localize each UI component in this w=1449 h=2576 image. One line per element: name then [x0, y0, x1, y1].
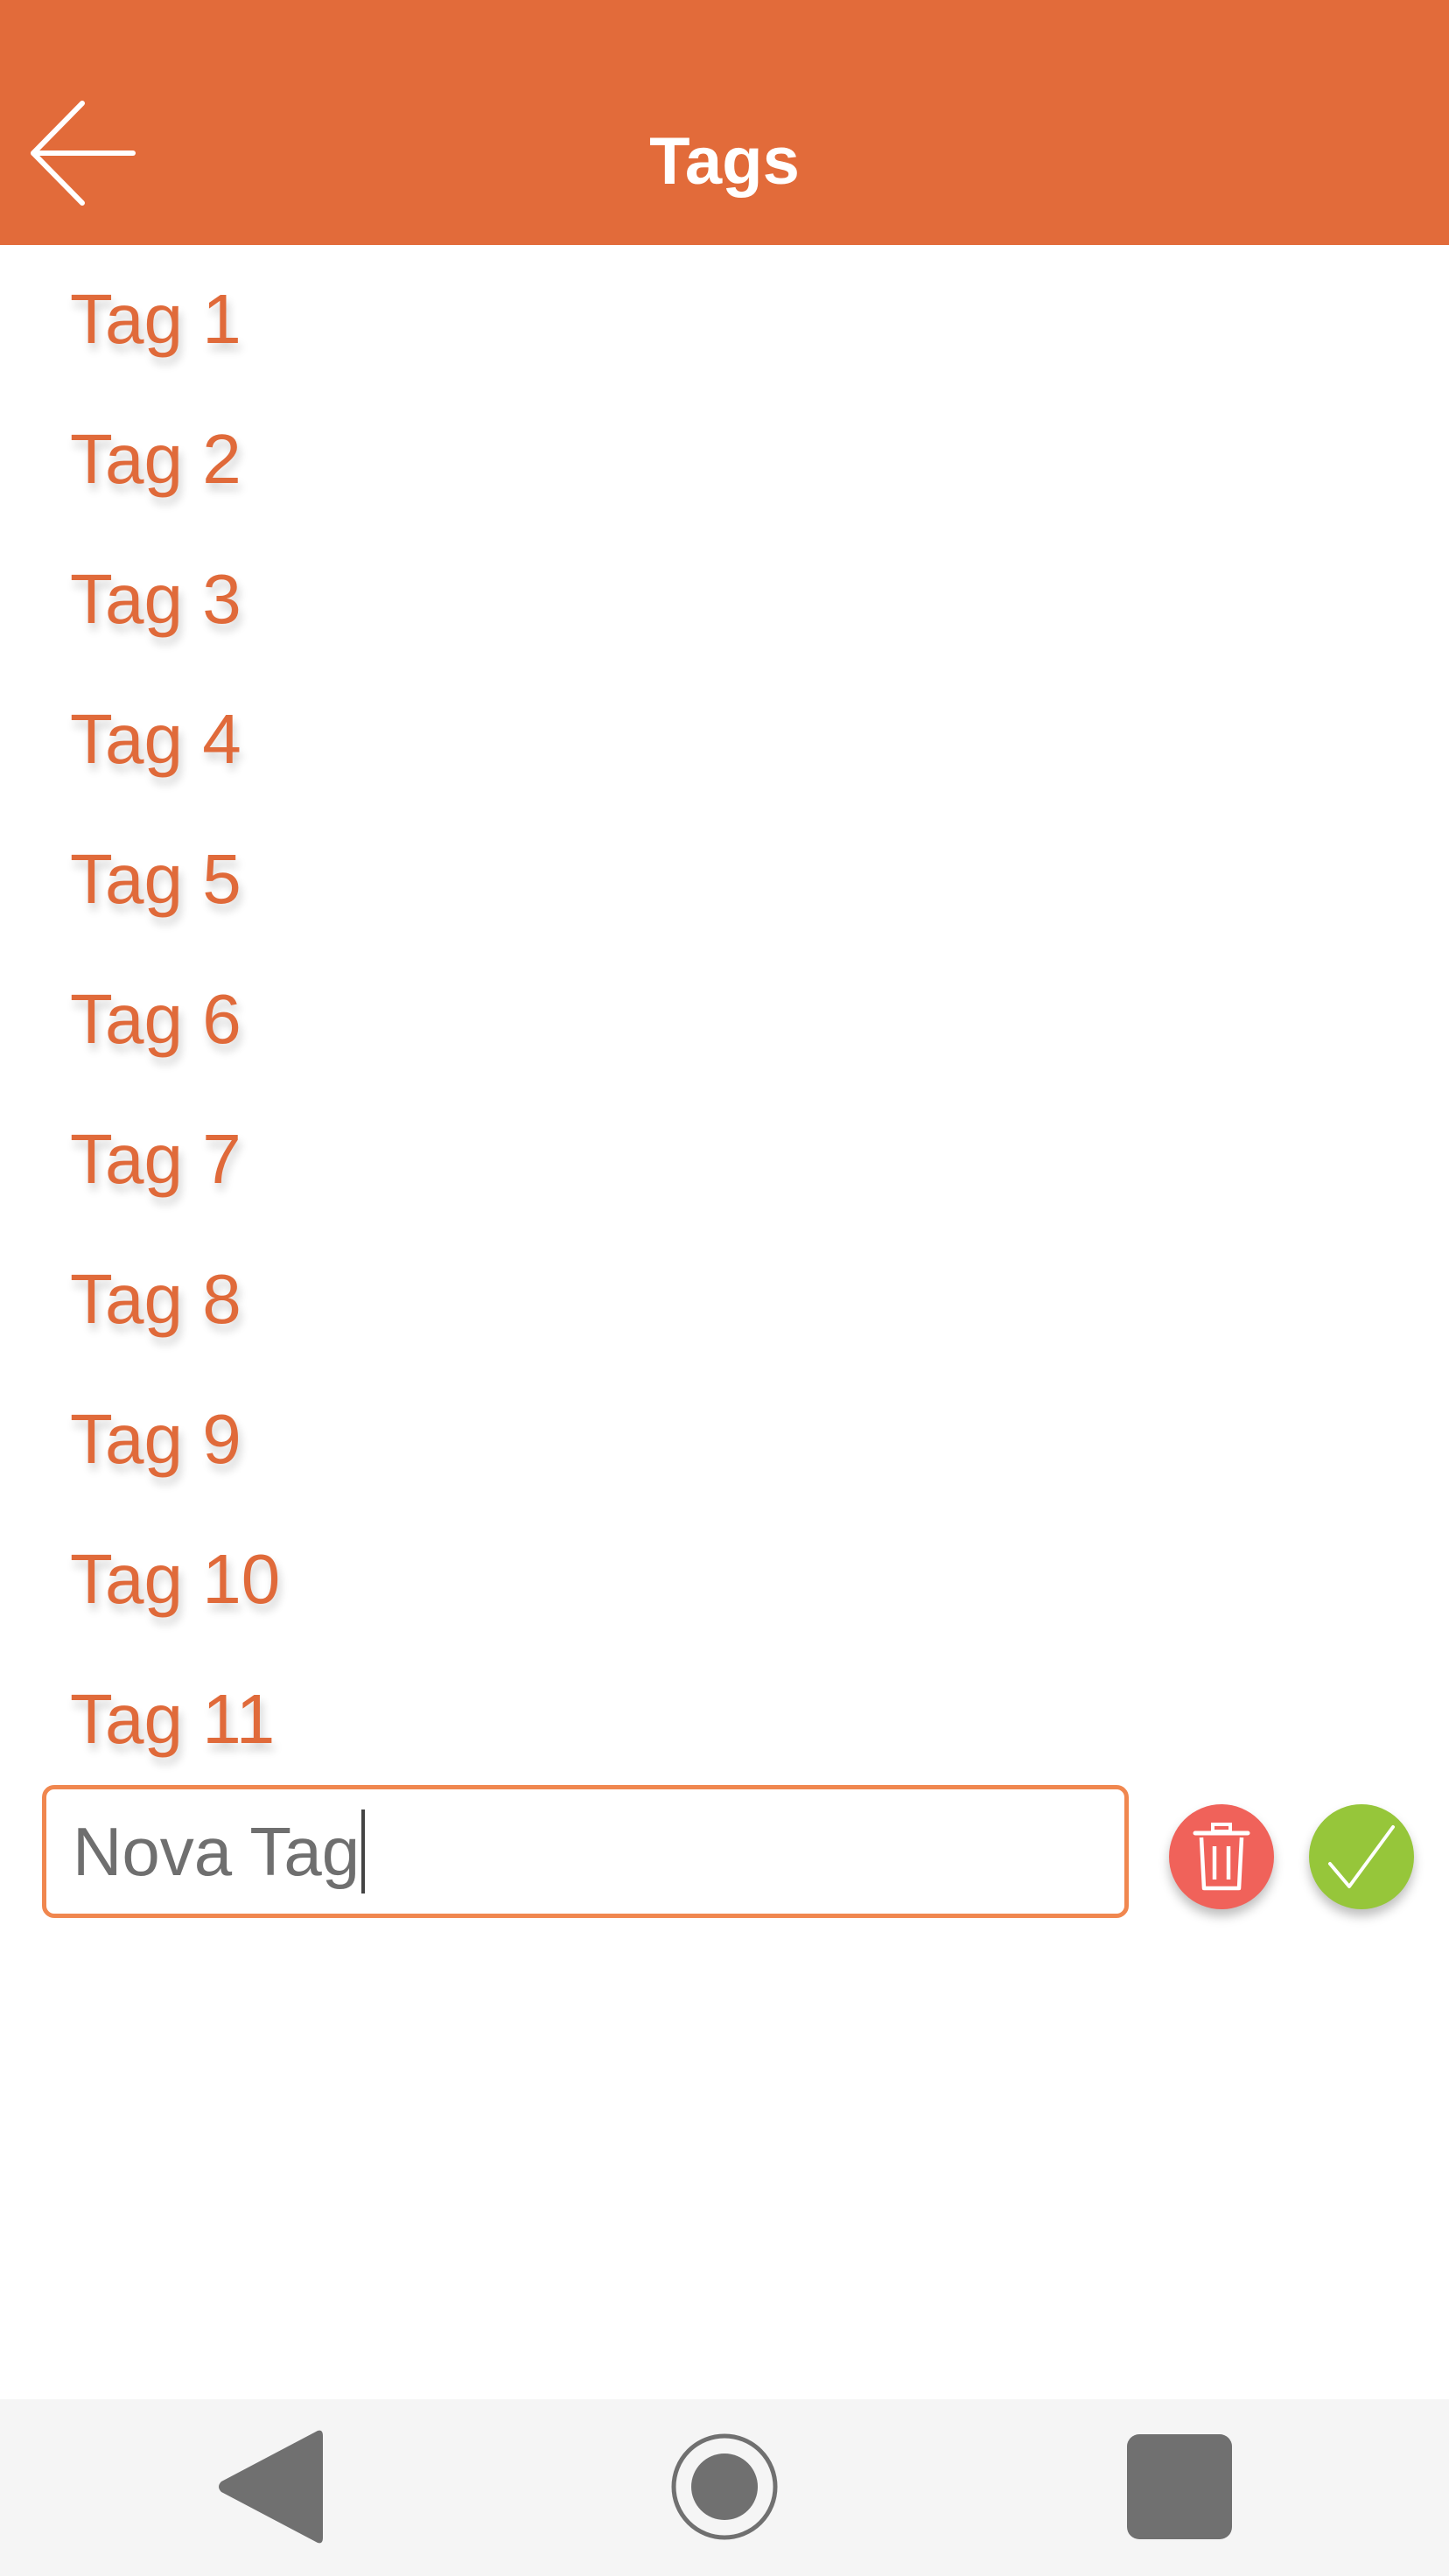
list-item[interactable]: Tag 1 — [0, 249, 1449, 389]
tag-list: Tag 1 Tag 2 Tag 3 Tag 4 Tag 5 Tag 6 Tag … — [0, 249, 1449, 1789]
nav-recents-button[interactable] — [1110, 2426, 1250, 2548]
check-icon — [1328, 1825, 1395, 1888]
tag-name-input[interactable]: Nova Tag — [42, 1785, 1129, 1918]
circle-home-icon — [671, 2433, 778, 2540]
list-item[interactable]: Tag 11 — [0, 1649, 1449, 1789]
nav-home-button[interactable] — [654, 2426, 794, 2548]
list-item[interactable]: Tag 8 — [0, 1229, 1449, 1369]
triangle-back-icon — [219, 2430, 323, 2544]
system-nav-bar — [0, 2399, 1449, 2576]
list-item[interactable]: Tag 6 — [0, 949, 1449, 1089]
list-item[interactable]: Tag 5 — [0, 809, 1449, 949]
nav-back-button[interactable] — [201, 2426, 341, 2548]
tag-edit-row: Nova Tag — [0, 1785, 1449, 1925]
list-item[interactable]: Tag 10 — [0, 1509, 1449, 1649]
page-title: Tags — [649, 124, 800, 199]
list-item[interactable]: Tag 2 — [0, 389, 1449, 529]
trash-icon — [1193, 1823, 1250, 1891]
list-item[interactable]: Tag 3 — [0, 529, 1449, 669]
list-item[interactable]: Tag 9 — [0, 1369, 1449, 1509]
app-bar: Tags — [0, 0, 1449, 245]
delete-button[interactable] — [1169, 1804, 1274, 1909]
tag-name-value: Nova Tag — [73, 1813, 360, 1890]
text-cursor — [361, 1810, 366, 1894]
list-item[interactable]: Tag 7 — [0, 1089, 1449, 1229]
square-recents-icon — [1127, 2434, 1232, 2539]
list-item[interactable]: Tag 4 — [0, 669, 1449, 809]
confirm-button[interactable] — [1309, 1804, 1414, 1909]
